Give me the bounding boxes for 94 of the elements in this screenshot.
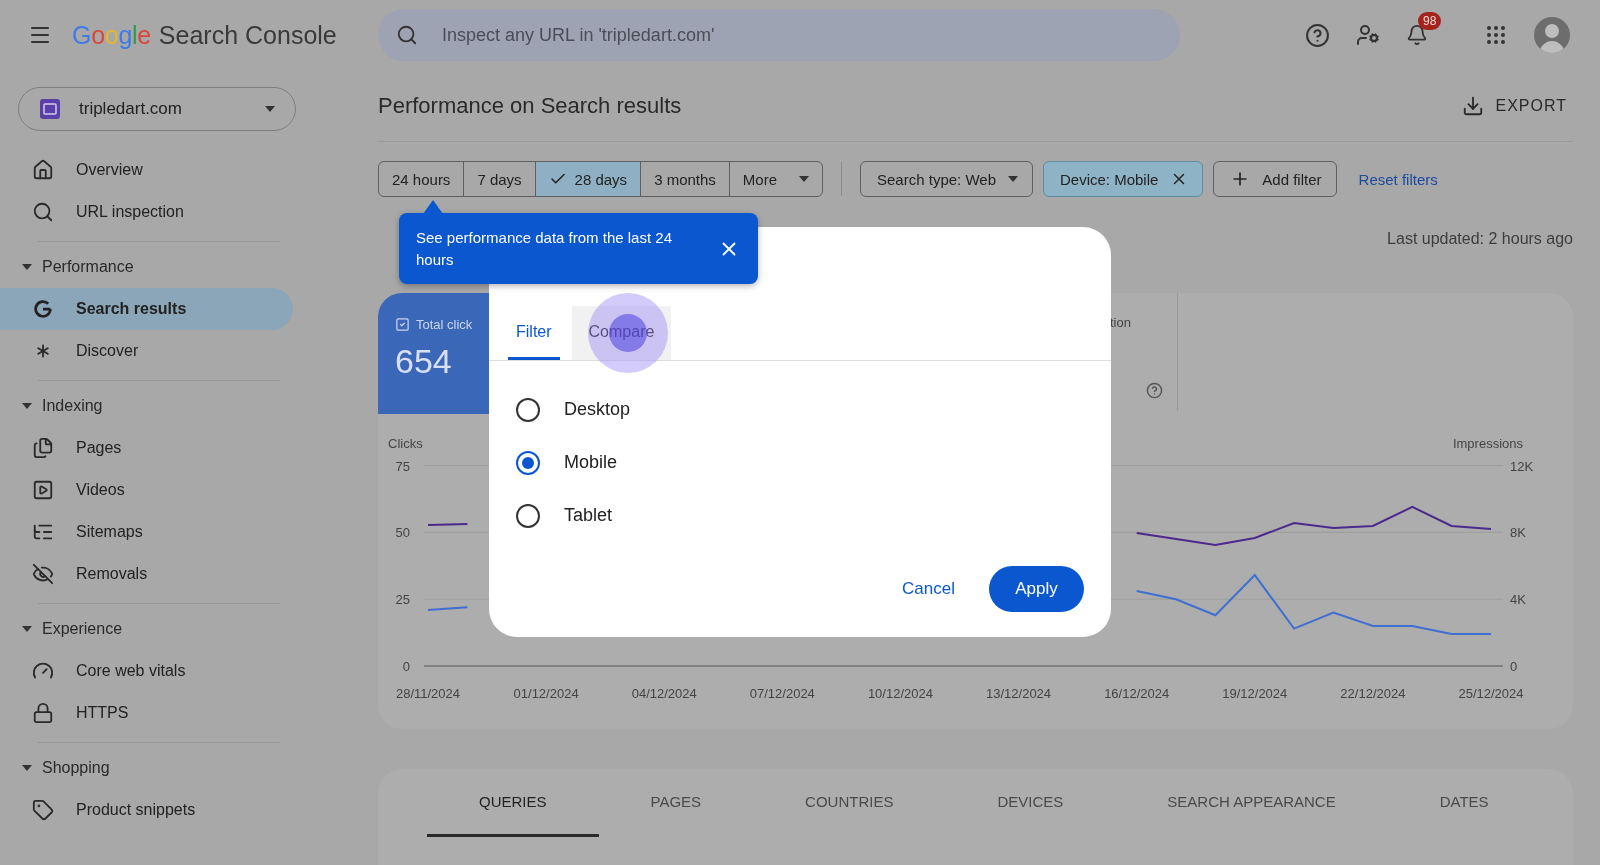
tick-label: 12K (1510, 458, 1534, 474)
metric-label: Total click (416, 317, 473, 332)
section-header[interactable]: Performance (0, 248, 300, 286)
section-header[interactable]: Experience (0, 610, 300, 648)
tick-label: 19/12/2024 (1222, 686, 1288, 701)
metric-value: 654 (395, 342, 453, 381)
tick-label: 16/12/2024 (1104, 686, 1170, 701)
nav-item[interactable]: Pages (0, 427, 293, 469)
date-range-option[interactable]: 3 months (641, 162, 730, 196)
apps-button[interactable] (1484, 23, 1508, 47)
product-name: Search Console (158, 20, 337, 50)
filter-chip[interactable]: Add filter (1213, 161, 1337, 197)
report-tab[interactable]: QUERIES (427, 769, 599, 837)
section-header[interactable]: Shopping (0, 749, 300, 787)
tick-label: 13/12/2024 (986, 686, 1052, 701)
cancel-button[interactable]: Cancel (890, 569, 967, 609)
section-header[interactable]: Indexing (0, 387, 300, 425)
tick-label: 50 (395, 525, 410, 541)
tick-label: 4K (1510, 592, 1526, 608)
report-tab[interactable]: PAGES (598, 769, 754, 837)
date-range-option[interactable]: 28 days (535, 162, 642, 196)
option-label: Desktop (564, 399, 631, 420)
radio-button[interactable] (516, 503, 540, 528)
tick-label: 22/12/2024 (1340, 686, 1406, 701)
metric-card[interactable]: Total click 654 (378, 293, 490, 414)
nav-item[interactable]: Videos (0, 469, 293, 511)
last-updated: Last updated: 2 hours ago (1387, 230, 1573, 247)
nav-item[interactable]: Core web vitals (0, 650, 293, 692)
tick-label: 8K (1510, 525, 1526, 541)
tooltip-text: See performance data from the last 24 hours (416, 227, 673, 270)
tick-label: 25/12/2024 (1458, 686, 1524, 701)
help-button[interactable] (1305, 22, 1330, 48)
caret-icon (799, 176, 809, 182)
page-title: Performance on Search results (378, 92, 682, 119)
reset-filters-link[interactable]: Reset filters (1358, 170, 1438, 188)
apply-button[interactable]: Apply (989, 566, 1084, 612)
brand-logo: Google (72, 20, 151, 50)
caret-icon (1007, 176, 1018, 182)
report-tab[interactable]: DATES (1387, 769, 1541, 837)
nav-item[interactable]: HTTPS (0, 692, 293, 734)
pages-icon (32, 437, 54, 459)
dialog-tab[interactable]: Filter (508, 306, 560, 360)
tick-label: 0 (402, 659, 410, 674)
eye-off-icon (32, 563, 54, 585)
tick-label: 28/11/2024 (395, 686, 461, 701)
video-icon (32, 479, 54, 501)
help-icon (1146, 382, 1163, 399)
property-icon (39, 98, 61, 120)
filter-chip[interactable]: Search type: Web (860, 161, 1033, 197)
axis-title: Clicks (388, 436, 423, 451)
g-letter-icon (32, 298, 54, 320)
nav-item[interactable]: Sitemaps (0, 511, 293, 553)
nav-item[interactable]: Search results (0, 288, 293, 330)
report-tab[interactable]: COUNTRIES (753, 769, 946, 837)
filter-chip[interactable]: Device: Mobile (1042, 161, 1204, 197)
date-range-option[interactable]: More (729, 162, 822, 196)
option-label: Mobile (564, 452, 618, 473)
tick-label: 01/12/2024 (513, 686, 579, 701)
nav-item[interactable]: Removals (0, 553, 293, 595)
radio-button[interactable] (516, 397, 540, 422)
search-icon (396, 24, 418, 46)
tick-label: 25 (395, 592, 410, 608)
axis-title: Impressions (1452, 436, 1523, 451)
tick-label: 04/12/2024 (631, 686, 697, 701)
metric-label: tion (1110, 315, 1131, 330)
tick-label: 07/12/2024 (749, 686, 815, 701)
user-settings-button[interactable] (1356, 23, 1380, 47)
download-icon (1461, 94, 1484, 117)
search-input[interactable]: Inspect any URL in 'tripledart.com' (440, 23, 1180, 47)
date-range-option[interactable]: 24 hours (379, 162, 465, 196)
notification-badge: 98 (1418, 12, 1442, 30)
option-label: Tablet (564, 505, 613, 526)
search-icon (32, 201, 54, 223)
tick-label: 10/12/2024 (867, 686, 933, 701)
date-range-option[interactable]: 7 days (464, 162, 536, 196)
lock-icon (32, 702, 54, 724)
export-button[interactable]: EXPORT (1455, 93, 1573, 118)
property-selector[interactable]: tripledart.com (18, 87, 296, 131)
caret-icon (265, 106, 275, 112)
nav-item[interactable]: Discover (0, 330, 293, 372)
radio-button[interactable] (516, 450, 540, 475)
tick-label: 75 (395, 458, 410, 474)
nav-item[interactable]: Product snippets (0, 789, 293, 831)
nav-item[interactable]: Overview (0, 149, 293, 191)
home-icon (32, 159, 54, 181)
tag-icon (32, 799, 54, 821)
nav-item[interactable]: URL inspection (0, 191, 293, 233)
checkbox[interactable] (395, 317, 410, 332)
notifications-button[interactable] (1406, 24, 1428, 46)
report-tab[interactable]: DEVICES (945, 769, 1116, 837)
tick-label: 0 (1510, 659, 1518, 674)
search-field[interactable]: Inspect any URL in 'tripledart.com' (378, 9, 1180, 61)
avatar[interactable] (1534, 17, 1570, 53)
report-tab[interactable]: SEARCH APPEARANCE (1115, 769, 1388, 837)
